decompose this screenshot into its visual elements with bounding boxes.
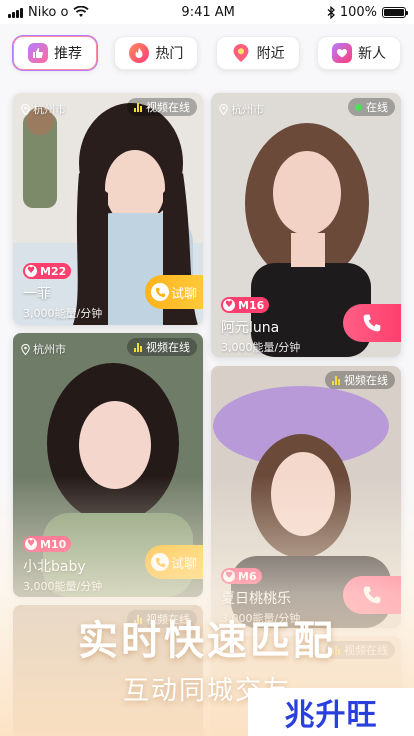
- try-chat-label: 试聊: [171, 286, 198, 302]
- battery-icon: [382, 6, 408, 18]
- status-text: 在线: [366, 101, 388, 114]
- level-text: M22: [40, 264, 67, 278]
- online-dot-icon: [355, 103, 362, 111]
- flame-icon: [129, 43, 150, 63]
- location-label: 杭州市: [219, 101, 264, 117]
- promo-title: 实时快速匹配: [78, 618, 336, 664]
- bluetooth-icon: [327, 5, 335, 19]
- status-text: 视频在线: [344, 374, 388, 387]
- online-status-badge: 视频在线: [127, 98, 197, 116]
- level-badge: ♥ M16: [221, 297, 270, 313]
- try-chat-label: 试聊: [171, 556, 198, 572]
- profile-info: ♥ M22 一菲 3,000能量/分钟: [23, 258, 102, 321]
- heart-icon: ♥: [223, 570, 235, 582]
- map-pin-icon: [21, 103, 30, 115]
- battery-percent: 100%: [339, 4, 377, 20]
- status-time: 9:41 AM: [181, 4, 235, 20]
- tab-new[interactable]: 新人: [316, 36, 401, 70]
- tab-nearby[interactable]: 附近: [215, 36, 300, 70]
- tab-recommend[interactable]: 推荐: [13, 36, 97, 70]
- video-online-icon: [134, 342, 142, 352]
- new-user-icon: [331, 43, 352, 63]
- phone-icon: [151, 283, 169, 301]
- status-text: 视频在线: [146, 101, 190, 114]
- tab-hot[interactable]: 热门: [114, 36, 199, 70]
- phone-icon: [151, 553, 169, 571]
- video-online-icon: [134, 102, 142, 112]
- online-status-badge: 在线: [348, 98, 395, 116]
- price-text: 3,000能量/分钟: [221, 341, 301, 354]
- phone-icon: [363, 314, 381, 332]
- profile-card[interactable]: 杭州市 在线 ♥ M16 阿元luna 3,000能量/分钟: [211, 93, 401, 357]
- video-online-icon: [332, 375, 340, 385]
- video-call-button[interactable]: [343, 304, 401, 342]
- tab-label: 新人: [357, 46, 386, 62]
- status-right: 100%: [327, 4, 408, 20]
- brand-logo: 兆升旺: [248, 688, 414, 736]
- level-text: M6: [238, 569, 257, 583]
- signal-icon: [8, 7, 23, 18]
- price-text: 3,000能量/分钟: [23, 580, 103, 593]
- profile-info: ♥ M10 小北baby 3,000能量/分钟: [23, 531, 102, 594]
- location-text: 杭州市: [33, 103, 66, 116]
- tab-label: 推荐: [54, 46, 82, 62]
- tab-label: 附近: [256, 46, 285, 62]
- profile-info: ♥ M16 阿元luna 3,000能量/分钟: [221, 292, 300, 355]
- level-badge: ♥ M10: [23, 536, 72, 552]
- price-text: 3,000能量/分钟: [23, 307, 103, 320]
- app-screen: Niko o 9:41 AM 100% 推荐 热门 附近 新人 杭州市 视频在线…: [0, 0, 414, 736]
- level-text: M10: [40, 537, 67, 551]
- wifi-icon: [73, 6, 90, 17]
- carrier-name: Niko o: [28, 4, 69, 20]
- try-chat-button[interactable]: 试聊: [145, 275, 203, 309]
- heart-icon: ♥: [223, 299, 235, 311]
- level-badge: ♥ M6: [221, 568, 262, 584]
- online-status-badge: 视频在线: [325, 371, 395, 389]
- profile-name: 阿元luna: [221, 320, 280, 336]
- location-text: 杭州市: [33, 343, 66, 356]
- location-pin-icon: [231, 43, 251, 63]
- location-label: 杭州市: [21, 101, 66, 117]
- brand-logo-text: 兆升旺: [284, 698, 378, 733]
- try-chat-button[interactable]: 试聊: [145, 545, 203, 579]
- status-bar: Niko o 9:41 AM 100%: [0, 0, 414, 24]
- level-badge: ♥ M22: [23, 263, 72, 279]
- heart-icon: ♥: [25, 265, 37, 277]
- map-pin-icon: [219, 103, 228, 115]
- status-left: Niko o: [8, 4, 90, 20]
- heart-icon: ♥: [25, 538, 37, 550]
- profile-card[interactable]: 杭州市 视频在线 ♥ M10 小北baby 3,000能量/分钟 试聊: [13, 333, 203, 597]
- profile-name: 夏日桃桃乐: [221, 591, 291, 607]
- profile-name: 小北baby: [23, 559, 86, 575]
- profile-card[interactable]: 杭州市 视频在线 ♥ M22 一菲 3,000能量/分钟 试聊: [13, 93, 203, 325]
- profile-name: 一菲: [23, 286, 51, 302]
- level-text: M16: [238, 298, 265, 312]
- map-pin-icon: [21, 343, 30, 355]
- phone-icon: [363, 586, 381, 604]
- location-text: 杭州市: [231, 103, 264, 116]
- thumbs-up-icon: [28, 43, 48, 63]
- status-text: 视频在线: [146, 341, 190, 354]
- tab-label: 热门: [155, 46, 184, 62]
- profile-card[interactable]: 视频在线 ♥ M6 夏日桃桃乐 3,000能量/分钟: [211, 366, 401, 628]
- location-label: 杭州市: [21, 341, 66, 357]
- category-tabs: 推荐 热门 附近 新人: [0, 36, 414, 76]
- online-status-badge: 视频在线: [127, 338, 197, 356]
